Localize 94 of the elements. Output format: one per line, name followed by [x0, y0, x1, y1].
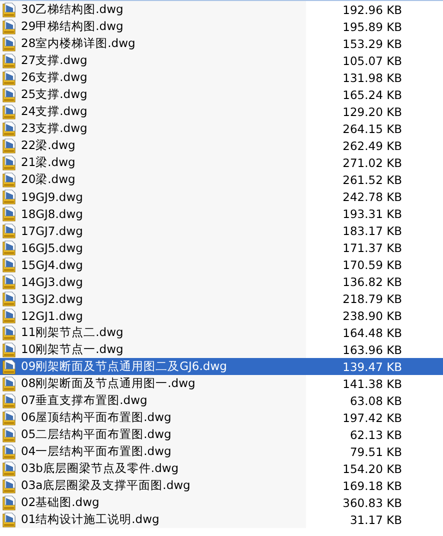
- dwg-file-icon: [2, 410, 18, 426]
- dwg-file-icon: [2, 256, 18, 272]
- dwg-file-icon: [2, 274, 18, 290]
- file-size: 238.90 KB: [342, 308, 402, 322]
- file-name: 07垂直支撑布置图.dwg: [21, 393, 148, 408]
- file-name: 26支撑.dwg: [21, 70, 88, 85]
- dwg-file-icon: [2, 222, 18, 238]
- dwg-file-icon: [2, 52, 18, 68]
- file-size: 141.38 KB: [342, 376, 402, 390]
- dwg-file-icon: [2, 392, 18, 408]
- file-name: 30乙梯结构图.dwg: [21, 2, 124, 17]
- file-size: 62.13 KB: [348, 428, 402, 442]
- file-name: 05二层结构平面布置图.dwg: [21, 427, 172, 442]
- file-name: 13GJ2.dwg: [21, 292, 83, 306]
- dwg-file-icon: [2, 426, 18, 442]
- dwg-file-icon: [2, 36, 18, 52]
- file-name: 23支撑.dwg: [21, 121, 88, 136]
- dwg-file-icon: [2, 342, 18, 358]
- file-size: 261.52 KB: [342, 172, 402, 186]
- file-size: 153.29 KB: [342, 36, 402, 50]
- file-size: 31.17 KB: [348, 512, 402, 526]
- file-size: 193.31 KB: [342, 206, 402, 220]
- file-name: 02基础图.dwg: [21, 495, 100, 510]
- file-name: 06屋顶结构平面布置图.dwg: [21, 410, 172, 425]
- dwg-file-icon: [2, 512, 18, 528]
- file-name: 09刚架断面及节点通用图二及GJ6.dwg: [21, 359, 227, 374]
- file-name: 22梁.dwg: [21, 138, 76, 153]
- file-size: 164.48 KB: [342, 326, 402, 340]
- dwg-file-icon: [2, 460, 18, 476]
- file-size: 170.59 KB: [342, 258, 402, 272]
- file-name: 14GJ3.dwg: [21, 274, 83, 288]
- dwg-file-icon: [2, 376, 18, 392]
- file-size: 139.47 KB: [342, 360, 402, 374]
- dwg-file-icon: [2, 290, 18, 306]
- dwg-file-icon: [2, 206, 18, 222]
- file-size: 271.02 KB: [342, 156, 402, 170]
- dwg-file-icon: [2, 86, 18, 102]
- dwg-file-icon: [2, 18, 18, 34]
- dwg-file-icon: [2, 308, 18, 324]
- dwg-file-icon: [2, 154, 18, 170]
- dwg-file-icon: [2, 104, 18, 120]
- file-size: 218.79 KB: [342, 292, 402, 306]
- dwg-file-icon: [2, 188, 18, 204]
- file-name: 29甲梯结构图.dwg: [21, 19, 124, 34]
- file-name: 17GJ7.dwg: [21, 224, 83, 238]
- file-name: 11刚架节点二.dwg: [21, 325, 124, 340]
- file-name: 12GJ1.dwg: [21, 308, 83, 322]
- dwg-file-icon: [2, 358, 18, 374]
- file-name: 10刚架节点一.dwg: [21, 342, 124, 357]
- file-size: 264.15 KB: [342, 122, 402, 136]
- file-name: 24支撑.dwg: [21, 104, 88, 119]
- file-name: 28室内楼梯详图.dwg: [21, 36, 136, 51]
- dwg-file-icon: [2, 172, 18, 188]
- file-name: 04一层结构平面布置图.dwg: [21, 444, 172, 459]
- file-size: 195.89 KB: [342, 20, 402, 34]
- file-name: 03a底层圈梁及支撑平面图.dwg: [21, 478, 190, 493]
- file-size: 192.96 KB: [342, 2, 402, 16]
- file-name: 21梁.dwg: [21, 155, 76, 170]
- file-size: 242.78 KB: [342, 190, 402, 204]
- file-size: 183.17 KB: [342, 224, 402, 238]
- file-size: 79.51 KB: [348, 444, 402, 458]
- file-size: 154.20 KB: [342, 462, 402, 476]
- file-name: 18GJ8.dwg: [21, 206, 83, 220]
- file-name: 20梁.dwg: [21, 172, 76, 187]
- file-size: 171.37 KB: [342, 240, 402, 254]
- dwg-file-icon: [2, 70, 18, 86]
- file-name: 19GJ9.dwg: [21, 190, 83, 204]
- file-size: 131.98 KB: [342, 70, 402, 84]
- dwg-file-icon: [2, 444, 18, 460]
- file-name: 27支撑.dwg: [21, 53, 88, 68]
- file-size: 197.42 KB: [342, 410, 402, 424]
- file-name: 03b底层圈梁节点及零件.dwg: [21, 461, 179, 476]
- file-size: 63.08 KB: [348, 394, 402, 408]
- dwg-file-icon: [2, 494, 18, 510]
- file-size: 105.07 KB: [342, 54, 402, 68]
- dwg-file-icon: [2, 138, 18, 154]
- file-size: 163.96 KB: [342, 342, 402, 356]
- file-size: 129.20 KB: [342, 104, 402, 118]
- dwg-file-icon: [2, 120, 18, 136]
- file-size: 360.83 KB: [342, 496, 402, 510]
- file-name: 01结构设计施工说明.dwg: [21, 512, 160, 527]
- dwg-file-icon: [2, 240, 18, 256]
- dwg-file-icon: [2, 324, 18, 340]
- file-size: 165.24 KB: [342, 88, 402, 102]
- file-size: 169.18 KB: [342, 478, 402, 492]
- file-name: 15GJ4.dwg: [21, 258, 83, 272]
- file-name: 16GJ5.dwg: [21, 240, 83, 254]
- file-size: 262.49 KB: [342, 138, 402, 152]
- dwg-file-icon: [2, 478, 18, 494]
- file-size: 136.82 KB: [342, 274, 402, 288]
- file-row[interactable]: 09刚架断面及节点通用图二及GJ6.dwg 139.47 KB: [0, 358, 443, 375]
- file-name: 08刚架断面及节点通用图一.dwg: [21, 376, 196, 391]
- dwg-file-icon: [2, 2, 18, 18]
- file-name: 25支撑.dwg: [21, 87, 88, 102]
